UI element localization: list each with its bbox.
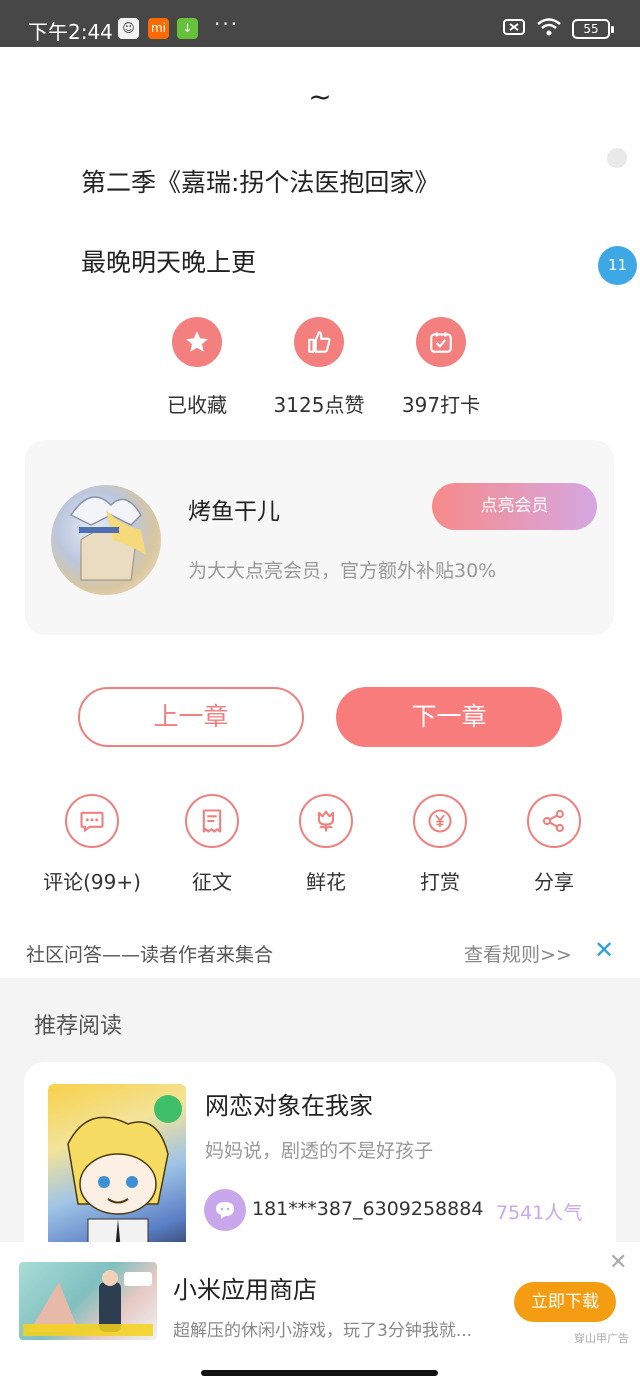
community-qa-link[interactable]: 社区问答——读者作者来集合 (26, 940, 273, 967)
essay-tool[interactable]: 征文 (152, 794, 272, 895)
like-label: 3125点赞 (273, 393, 365, 417)
flower-label: 鲜花 (306, 870, 346, 894)
sim-off-icon (502, 18, 526, 40)
comment-tool[interactable]: 评论(99+) (32, 794, 152, 895)
book-author: 181***387_6309258884 (252, 1198, 484, 1220)
mi-app-icon: mi (148, 18, 169, 39)
status-time: 下午2:44 (28, 20, 113, 44)
recommend-title: 推荐阅读 (34, 1014, 123, 1039)
ad-desc: 超解压的休闲小游戏，玩了3分钟我就... (173, 1321, 473, 1341)
chat-app-icon: ☺ (118, 18, 139, 39)
battery-icon: 55 (572, 19, 614, 39)
view-rules-link[interactable]: 查看规则>> (464, 940, 572, 967)
ad-title: 小米应用商店 (173, 1276, 317, 1304)
share-icon (527, 794, 581, 848)
light-up-member-button[interactable]: 点亮会员 (432, 483, 597, 530)
member-desc: 为大大点亮会员，官方额外补贴30% (188, 560, 497, 582)
reward-tool[interactable]: 打赏 (380, 794, 500, 895)
member-card: 烤鱼干儿 为大大点亮会员，官方额外补贴30% 点亮会员 (25, 440, 614, 635)
comment-label: 评论(99+) (43, 870, 141, 894)
calendar-check-icon (416, 317, 466, 367)
status-right: 55 (502, 17, 614, 41)
prev-chapter-button[interactable]: 上一章 (78, 687, 304, 747)
favorite-label: 已收藏 (167, 393, 227, 417)
checkin-label: 397打卡 (401, 393, 481, 417)
yen-icon (413, 794, 467, 848)
chapter-text-line2: 最晚明天晚上更 (81, 248, 257, 277)
star-icon (172, 317, 222, 367)
chapter-tilde: ~ (308, 80, 332, 113)
wifi-icon (536, 17, 562, 41)
book-cover (48, 1084, 186, 1262)
download-app-icon: ↓ (177, 18, 198, 39)
thumb-up-icon (294, 317, 344, 367)
ad-download-button[interactable]: 立即下载 (514, 1282, 616, 1322)
comment-icon (65, 794, 119, 848)
book-desc: 妈妈说，剧透的不是好孩子 (205, 1140, 434, 1162)
reward-label: 打赏 (420, 870, 460, 894)
status-bar: 下午2:44 ☺ mi ↓ ··· 55 (0, 0, 640, 47)
like-action[interactable]: 3125点赞 (264, 317, 374, 418)
flower-icon (299, 794, 353, 848)
author-name: 烤鱼干儿 (188, 499, 280, 525)
receipt-icon (185, 794, 239, 848)
author-chat-icon (204, 1189, 246, 1231)
next-chapter-button[interactable]: 下一章 (336, 687, 562, 747)
more-notifications-icon: ··· (214, 12, 240, 36)
ad-close-icon[interactable]: ✕ (609, 1250, 627, 1275)
share-tool[interactable]: 分享 (494, 794, 614, 895)
close-icon[interactable]: ✕ (594, 936, 614, 964)
ad-source-label: 穿山甲广告 (574, 1332, 629, 1345)
paragraph-comment-dot[interactable] (607, 148, 627, 168)
share-label: 分享 (534, 870, 574, 894)
essay-label: 征文 (192, 870, 232, 894)
book-title: 网恋对象在我家 (205, 1092, 373, 1120)
flower-tool[interactable]: 鲜花 (266, 794, 386, 895)
author-avatar[interactable] (51, 485, 161, 595)
book-popularity: 7541人气 (496, 1202, 583, 1224)
ad-image (19, 1262, 157, 1340)
favorite-action[interactable]: 已收藏 (142, 317, 252, 418)
paragraph-comment-badge[interactable]: 11 (598, 246, 637, 285)
chapter-text-line1: 第二季《嘉瑞:拐个法医抱回家》 (81, 168, 440, 197)
home-indicator[interactable] (201, 1370, 438, 1376)
ad-banner[interactable]: 小米应用商店 超解压的休闲小游戏，玩了3分钟我就... 立即下载 ✕ 穿山甲广告 (0, 1242, 640, 1387)
recommend-book-card[interactable]: 网恋对象在我家 妈妈说，剧透的不是好孩子 181***387_630925888… (24, 1062, 616, 1262)
checkin-action[interactable]: 397打卡 (386, 317, 496, 418)
